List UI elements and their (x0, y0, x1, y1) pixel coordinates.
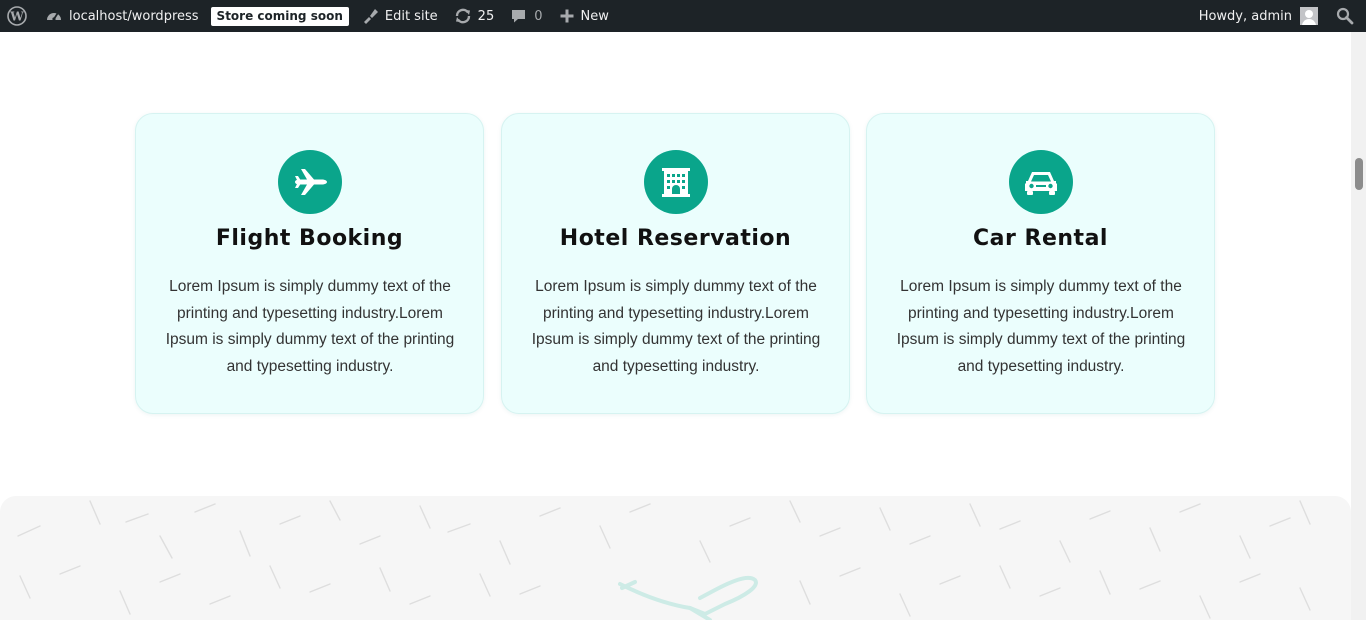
my-account-link[interactable]: Howdy, admin (1191, 0, 1326, 32)
service-title: Hotel Reservation (559, 226, 792, 251)
service-icon-badge (1009, 150, 1073, 214)
svg-text:W: W (9, 10, 24, 24)
greeting-label: Howdy, admin (1198, 8, 1292, 24)
edit-site-label: Edit site (384, 8, 438, 24)
service-icon-badge (644, 150, 708, 214)
service-title: Car Rental (973, 226, 1108, 251)
admin-bar-right: Howdy, admin (1191, 0, 1366, 32)
wordpress-logo-button[interactable]: W (0, 0, 37, 32)
service-icon-badge (278, 150, 342, 214)
service-card-flight: Flight Booking Lorem Ipsum is simply dum… (135, 113, 484, 414)
site-name-label: localhost/wordpress (69, 8, 199, 24)
service-description: Lorem Ipsum is simply dummy text of the … (165, 278, 455, 375)
comment-bubble-icon (512, 10, 526, 23)
brush-icon (363, 9, 378, 24)
service-description: Lorem Ipsum is simply dummy text of the … (531, 278, 821, 375)
services-section: Flight Booking Lorem Ipsum is simply dum… (0, 32, 1351, 496)
avatar (1300, 7, 1318, 25)
destinations-banner (0, 496, 1351, 620)
updates-count: 25 (477, 8, 495, 24)
airplane-outline-illustration (618, 575, 758, 620)
page-scrollbar[interactable] (1351, 32, 1366, 620)
airplane-icon (295, 169, 327, 195)
update-arrows-icon (455, 8, 470, 24)
new-content-link[interactable]: New (551, 0, 617, 32)
service-description: Lorem Ipsum is simply dummy text of the … (896, 278, 1186, 375)
comments-count: 0 (534, 8, 543, 24)
updates-link[interactable]: 25 (446, 0, 503, 32)
dashboard-gauge-icon (47, 13, 61, 21)
admin-bar: W localhost/wordpress Store coming soon … (0, 0, 1366, 32)
search-icon (1336, 7, 1354, 25)
service-card-car: Car Rental Lorem Ipsum is simply dummy t… (866, 113, 1215, 414)
plus-icon (560, 9, 573, 23)
new-label: New (580, 8, 609, 24)
dash-pattern-background (17, 500, 1311, 620)
store-coming-soon-link[interactable]: Store coming soon (207, 0, 353, 32)
store-coming-soon-badge: Store coming soon (210, 6, 349, 26)
wordpress-logo-icon: W (7, 6, 27, 26)
search-button[interactable] (1326, 0, 1366, 32)
admin-bar-left: W localhost/wordpress Store coming soon … (0, 0, 617, 32)
hotel-building-icon (662, 168, 690, 197)
comments-link[interactable]: 0 (502, 0, 550, 32)
scrollbar-thumb[interactable] (1355, 158, 1363, 190)
service-card-hotel: Hotel Reservation Lorem Ipsum is simply … (501, 113, 850, 414)
car-icon (1025, 172, 1057, 195)
edit-site-link[interactable]: Edit site (353, 0, 446, 32)
service-title: Flight Booking (215, 226, 404, 251)
site-name-link[interactable]: localhost/wordpress (37, 0, 207, 32)
